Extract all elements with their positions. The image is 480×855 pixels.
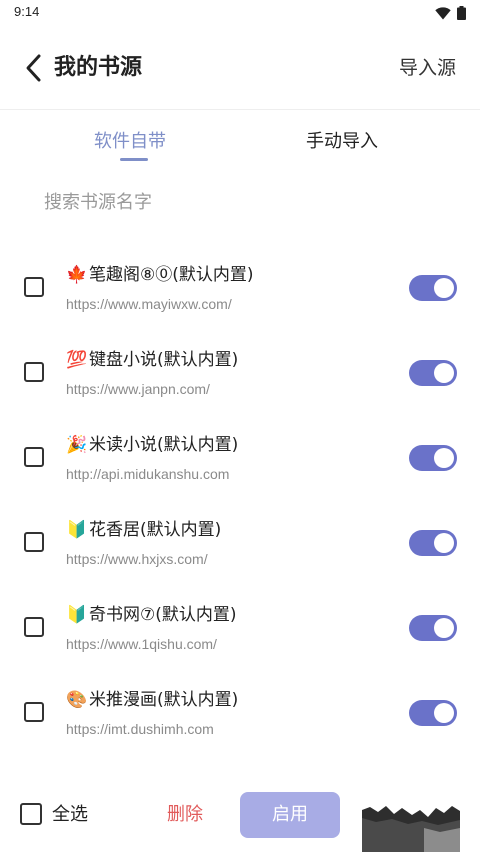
beginner-badge-icon: 🔰 (66, 520, 88, 540)
source-url: https://imt.dushimh.com (66, 721, 214, 737)
enable-toggle[interactable] (409, 360, 457, 386)
enable-toggle[interactable] (409, 445, 457, 471)
app-header: 我的书源 导入源 (0, 26, 480, 110)
source-url: http://api.midukanshu.com (66, 466, 230, 482)
select-all-label[interactable]: 全选 (52, 803, 88, 827)
toggle-knob (434, 278, 454, 298)
enable-toggle[interactable] (409, 530, 457, 556)
beginner-badge-icon: 🔰 (66, 605, 88, 625)
source-name: 花香居(默认内置) (89, 520, 222, 540)
chevron-left-icon (26, 54, 41, 82)
enable-toggle[interactable] (409, 700, 457, 726)
party-popper-icon: 🎉 (66, 435, 88, 455)
source-name: 米推漫画(默认内置) (89, 690, 239, 710)
source-name: 奇书网⑦(默认内置) (89, 605, 237, 625)
toggle-knob (434, 533, 454, 553)
select-all-checkbox[interactable] (20, 803, 42, 825)
row-checkbox[interactable] (24, 617, 44, 637)
toggle-knob (434, 363, 454, 383)
row-checkbox[interactable] (24, 447, 44, 467)
enable-toggle[interactable] (409, 615, 457, 641)
list-item[interactable]: 💯 键盘小说(默认内置) https://www.janpn.com/ (0, 330, 480, 415)
list-item[interactable]: 🔰 花香居(默认内置) https://www.hxjxs.com/ (0, 500, 480, 585)
wifi-icon (435, 5, 451, 24)
source-list: 🍁 笔趣阁⑧⓪(默认内置) https://www.mayiwxw.com/ 💯… (0, 245, 480, 755)
import-source-button[interactable]: 导入源 (399, 54, 456, 82)
list-item[interactable]: 🍁 笔趣阁⑧⓪(默认内置) https://www.mayiwxw.com/ (0, 245, 480, 330)
row-checkbox[interactable] (24, 702, 44, 722)
toggle-knob (434, 703, 454, 723)
list-item[interactable]: 🎉 米读小说(默认内置) http://api.midukanshu.com (0, 415, 480, 500)
status-time: 9:14 (14, 4, 40, 19)
tab-active-indicator (120, 158, 148, 161)
toggle-knob (434, 618, 454, 638)
status-bar: 9:14 (0, 0, 480, 26)
list-item[interactable]: 🎨 米推漫画(默认内置) https://imt.dushimh.com (0, 670, 480, 755)
page-title: 我的书源 (54, 55, 143, 80)
source-url: https://www.mayiwxw.com/ (66, 296, 232, 312)
list-item[interactable]: 🔰 奇书网⑦(默认内置) https://www.1qishu.com/ (0, 585, 480, 670)
back-button[interactable] (18, 52, 48, 84)
source-tabs: 软件自带 手动导入 (0, 120, 480, 166)
floating-preview-thumbnail[interactable] (362, 788, 460, 852)
enable-toggle[interactable] (409, 275, 457, 301)
enable-button[interactable]: 启用 (240, 792, 340, 838)
status-icons (435, 5, 466, 24)
row-checkbox[interactable] (24, 277, 44, 297)
source-name: 米读小说(默认内置) (89, 435, 239, 455)
source-name: 笔趣阁⑧⓪(默认内置) (89, 265, 254, 285)
row-checkbox[interactable] (24, 532, 44, 552)
artist-palette-icon: 🎨 (66, 690, 88, 710)
search-input[interactable] (44, 184, 444, 220)
delete-button[interactable]: 删除 (167, 803, 203, 827)
row-checkbox[interactable] (24, 362, 44, 382)
source-url: https://www.janpn.com/ (66, 381, 210, 397)
source-url: https://www.hxjxs.com/ (66, 551, 208, 567)
bottom-action-bar: 全选 删除 启用 (0, 785, 480, 855)
source-url: https://www.1qishu.com/ (66, 636, 217, 652)
tab-builtin[interactable]: 软件自带 (94, 130, 166, 154)
tab-manual-import[interactable]: 手动导入 (306, 130, 378, 154)
toggle-knob (434, 448, 454, 468)
maple-leaf-icon: 🍁 (66, 265, 88, 285)
source-name: 键盘小说(默认内置) (89, 350, 239, 370)
hundred-points-icon: 💯 (66, 350, 88, 370)
battery-icon (457, 5, 466, 24)
